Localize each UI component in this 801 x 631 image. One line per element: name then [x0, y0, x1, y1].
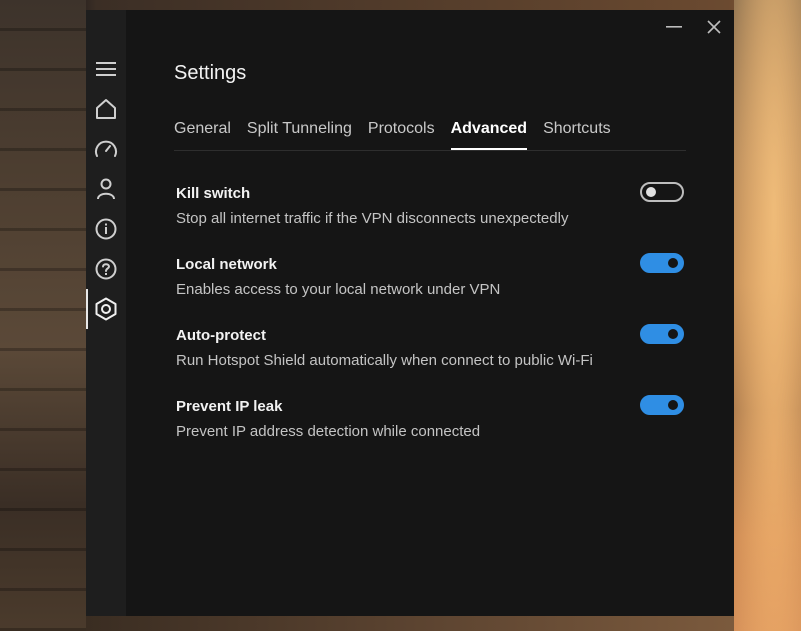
setting-kill-switch: Kill switch Stop all internet traffic if… [176, 182, 686, 253]
setting-description: Prevent IP address detection while conne… [176, 423, 481, 440]
setting-local-network: Local network Enables access to your loc… [176, 253, 686, 324]
minimize-button[interactable] [654, 10, 694, 48]
sidebar [86, 10, 126, 616]
wallpaper-right-strip [734, 0, 801, 631]
app-window: Settings General Split Tunneling Protoco… [86, 10, 734, 616]
tab-protocols[interactable]: Protocols [368, 118, 435, 148]
setting-description: Stop all internet traffic if the VPN dis… [176, 210, 569, 227]
tab-advanced[interactable]: Advanced [450, 118, 528, 150]
home-icon [95, 98, 117, 120]
tab-shortcuts[interactable]: Shortcuts [543, 118, 611, 148]
toggle-knob [668, 329, 678, 339]
settings-list: Kill switch Stop all internet traffic if… [176, 182, 686, 466]
sidebar-item-help[interactable] [86, 249, 126, 289]
info-icon [95, 218, 117, 240]
setting-auto-protect: Auto-protect Run Hotspot Shield automati… [176, 324, 686, 395]
setting-description: Run Hotspot Shield automatically when co… [176, 352, 593, 369]
settings-hexagon-icon [94, 297, 118, 321]
kill-switch-toggle[interactable] [640, 182, 684, 202]
sidebar-item-account[interactable] [86, 169, 126, 209]
settings-tabs: General Split Tunneling Protocols Advanc… [174, 118, 686, 151]
sidebar-item-menu[interactable] [86, 49, 126, 89]
auto-protect-toggle[interactable] [640, 324, 684, 344]
close-button[interactable] [694, 10, 734, 48]
close-icon [706, 19, 722, 39]
sidebar-item-settings[interactable] [86, 289, 126, 329]
sidebar-item-home[interactable] [86, 89, 126, 129]
setting-prevent-ip-leak: Prevent IP leak Prevent IP address detec… [176, 395, 686, 466]
toggle-knob [668, 258, 678, 268]
setting-title: Prevent IP leak [176, 398, 283, 415]
setting-title: Auto-protect [176, 327, 266, 344]
toggle-knob [646, 187, 656, 197]
window-controls [654, 10, 734, 48]
tab-split-tunneling[interactable]: Split Tunneling [247, 118, 352, 148]
hamburger-menu-icon [96, 61, 116, 77]
user-icon [96, 178, 116, 200]
speedometer-icon [94, 138, 118, 160]
tab-general[interactable]: General [174, 118, 231, 148]
local-network-toggle[interactable] [640, 253, 684, 273]
setting-title: Local network [176, 256, 277, 273]
setting-description: Enables access to your local network und… [176, 281, 501, 298]
help-icon [95, 258, 117, 280]
desktop-background: Settings General Split Tunneling Protoco… [0, 0, 801, 631]
toggle-knob [668, 400, 678, 410]
minimize-icon [665, 18, 683, 40]
wallpaper-bottom-strip [86, 616, 734, 631]
page-title: Settings [174, 62, 247, 84]
prevent-ip-leak-toggle[interactable] [640, 395, 684, 415]
sidebar-item-speed[interactable] [86, 129, 126, 169]
main-panel: Settings General Split Tunneling Protoco… [126, 10, 734, 616]
wallpaper-left-strip [0, 0, 86, 631]
setting-title: Kill switch [176, 185, 251, 202]
sidebar-item-info[interactable] [86, 209, 126, 249]
